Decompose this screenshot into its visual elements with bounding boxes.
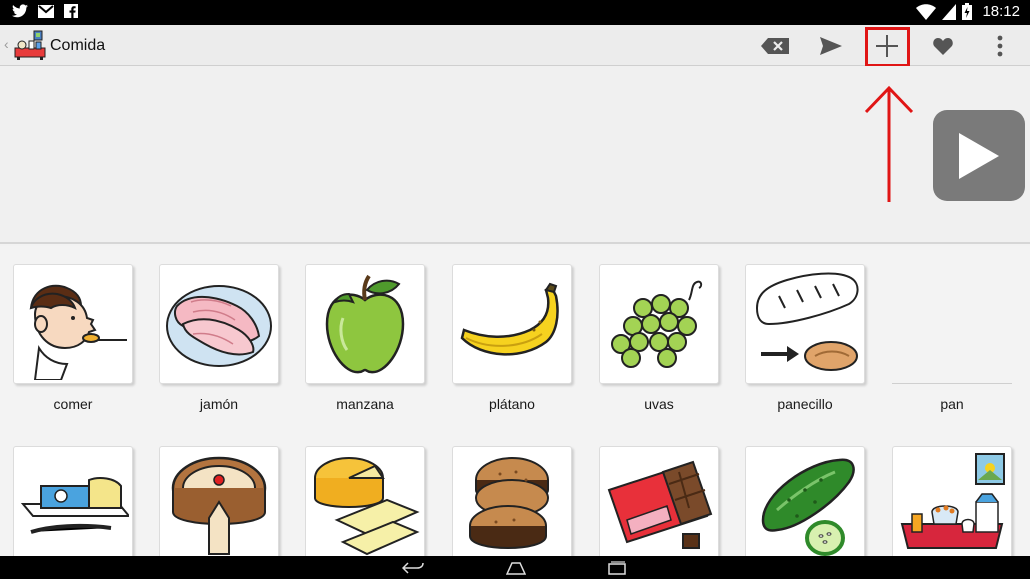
facebook-icon bbox=[64, 4, 78, 18]
cookies-pictogram bbox=[469, 457, 549, 549]
pictogram-tile-chocolate[interactable] bbox=[599, 446, 725, 566]
back-nav-button[interactable] bbox=[400, 559, 426, 576]
pictogram-label: jamón bbox=[199, 396, 239, 412]
pictogram-card[interactable] bbox=[13, 264, 133, 384]
bread-roll-pictogram bbox=[755, 272, 859, 371]
favorite-button[interactable] bbox=[923, 29, 963, 63]
pictogram-tile-cucumber[interactable] bbox=[745, 446, 871, 566]
pictogram-tile-cheese[interactable] bbox=[305, 446, 431, 566]
pictogram-tile-comer[interactable]: comer bbox=[13, 264, 139, 412]
pictogram-card[interactable] bbox=[745, 446, 865, 566]
pictogram-tile-manzana[interactable]: manzana bbox=[305, 264, 431, 412]
pictogram-card[interactable] bbox=[13, 446, 133, 566]
tart-pictogram bbox=[171, 456, 267, 555]
grapes-pictogram bbox=[611, 280, 703, 368]
play-icon bbox=[959, 132, 999, 179]
pictogram-card[interactable] bbox=[305, 264, 425, 384]
pictogram-tile-cookies[interactable] bbox=[452, 446, 578, 566]
recents-icon bbox=[608, 560, 626, 575]
cucumber-pictogram bbox=[761, 458, 855, 556]
pictogram-tile-panecillo[interactable]: panecillo bbox=[745, 264, 871, 412]
pictogram-card[interactable] bbox=[452, 446, 572, 566]
signal-icon bbox=[942, 3, 957, 20]
pictogram-tile-uvas[interactable]: uvas bbox=[599, 264, 725, 412]
butter-pictogram bbox=[20, 477, 129, 534]
gmail-icon bbox=[38, 4, 54, 18]
pictogram-card[interactable] bbox=[305, 446, 425, 566]
pictogram-card[interactable] bbox=[452, 264, 572, 384]
ham-pictogram bbox=[166, 285, 272, 367]
overflow-menu-button[interactable] bbox=[980, 29, 1020, 63]
add-highlight-box bbox=[865, 27, 910, 67]
pictogram-tile-butter[interactable] bbox=[13, 446, 139, 566]
back-chevron-icon[interactable]: ‹ bbox=[4, 36, 9, 52]
pictogram-card[interactable] bbox=[599, 264, 719, 384]
pictogram-card[interactable] bbox=[159, 446, 279, 566]
breakfast-tray-pictogram bbox=[900, 453, 1005, 549]
home-nav-button[interactable] bbox=[503, 559, 529, 576]
back-arrow-icon bbox=[402, 561, 424, 574]
pictogram-tile-cake[interactable] bbox=[159, 446, 285, 566]
recents-nav-button[interactable] bbox=[604, 559, 630, 576]
play-button[interactable] bbox=[933, 110, 1025, 201]
apple-pictogram bbox=[325, 274, 405, 374]
overflow-menu-icon bbox=[997, 35, 1003, 57]
pictogram-label: plátano bbox=[489, 396, 535, 412]
status-time: 18:12 bbox=[982, 3, 1020, 20]
send-button[interactable] bbox=[811, 29, 851, 63]
banana-pictogram bbox=[460, 282, 559, 356]
app-logo[interactable] bbox=[13, 30, 47, 60]
pictogram-card-empty[interactable] bbox=[892, 264, 1012, 384]
pictogram-label: pan bbox=[940, 396, 964, 412]
twitter-icon bbox=[12, 4, 28, 18]
status-bar: 18:12 bbox=[0, 0, 1030, 25]
pictogram-label: manzana bbox=[336, 396, 394, 412]
heart-icon bbox=[933, 38, 953, 55]
pictogram-label: comer bbox=[53, 396, 93, 412]
pictogram-tile-pan[interactable]: pan bbox=[892, 264, 1018, 412]
backspace-button[interactable] bbox=[755, 29, 795, 63]
cheese-pictogram bbox=[314, 457, 420, 556]
home-icon bbox=[506, 561, 526, 575]
pictogram-tile-jamon[interactable]: jamón bbox=[159, 264, 285, 412]
screen: 18:12 ‹ Comida comer jamón manzana pláta… bbox=[0, 0, 1030, 579]
backspace-icon bbox=[761, 38, 789, 54]
pictogram-card[interactable] bbox=[892, 446, 1012, 566]
pictogram-card[interactable] bbox=[745, 264, 865, 384]
pictogram-card[interactable] bbox=[599, 446, 719, 566]
navigation-bar bbox=[0, 556, 1030, 579]
red-arrow-annotation bbox=[864, 85, 914, 202]
pictogram-label: panecillo bbox=[777, 396, 833, 412]
page-title: Comida bbox=[50, 37, 106, 54]
battery-icon bbox=[962, 3, 973, 20]
eating-pictogram bbox=[29, 284, 127, 380]
pictogram-card[interactable] bbox=[159, 264, 279, 384]
pictogram-tile-breakfast[interactable] bbox=[892, 446, 1018, 566]
send-icon bbox=[820, 37, 842, 55]
pictogram-tile-platano[interactable]: plátano bbox=[452, 264, 578, 412]
wifi-icon bbox=[916, 3, 937, 20]
chocolate-pictogram bbox=[607, 460, 713, 549]
pictogram-label: uvas bbox=[644, 396, 674, 412]
